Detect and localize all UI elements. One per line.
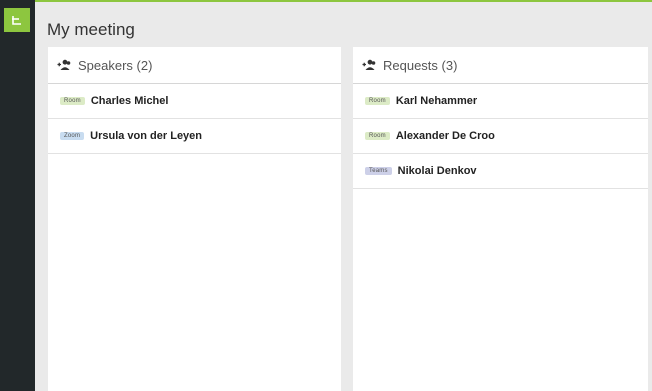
requests-header: Requests (3) (353, 47, 648, 84)
speaker-name: Charles Michel (90, 95, 169, 107)
requests-panel: Requests (3) Room Karl Nehammer Room Ale… (353, 47, 648, 391)
accent-top-line (0, 0, 652, 2)
room-badge: Room (365, 97, 390, 105)
sidebar (0, 0, 35, 391)
request-row[interactable]: Room Karl Nehammer (353, 84, 648, 119)
add-user-icon (362, 59, 376, 71)
request-name: Nikolai Denkov (397, 165, 477, 177)
request-row[interactable]: Room Alexander De Croo (353, 119, 648, 154)
add-user-icon (57, 59, 71, 71)
speaker-row[interactable]: Zoom Ursula von der Leyen (48, 119, 341, 154)
speaker-row[interactable]: Room Charles Michel (48, 84, 341, 119)
teams-badge: Teams (365, 167, 392, 175)
requests-title: Requests (3) (383, 57, 458, 73)
request-name: Alexander De Croo (395, 130, 495, 142)
request-row[interactable]: Teams Nikolai Denkov (353, 154, 648, 189)
speakers-title: Speakers (2) (78, 57, 153, 73)
speakers-header: Speakers (2) (48, 47, 341, 84)
speakers-panel: Speakers (2) Room Charles Michel Zoom Ur… (48, 47, 341, 391)
request-name: Karl Nehammer (395, 95, 478, 107)
room-badge: Room (365, 132, 390, 140)
room-badge: Room (60, 97, 85, 105)
app-logo-icon[interactable] (4, 8, 30, 32)
zoom-badge: Zoom (60, 132, 85, 140)
page-title: My meeting (47, 20, 135, 39)
speaker-name: Ursula von der Leyen (90, 130, 203, 142)
